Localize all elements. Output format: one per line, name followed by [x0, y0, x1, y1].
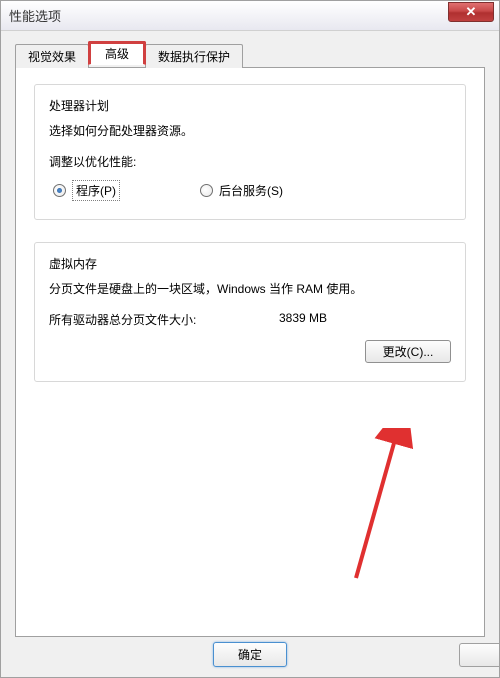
- tab-panel-advanced: 处理器计划 选择如何分配处理器资源。 调整以优化性能: 程序(P) 后台服务(S…: [15, 67, 485, 637]
- processor-desc: 选择如何分配处理器资源。: [49, 122, 451, 139]
- radio-icon: [53, 184, 66, 197]
- content-area: 视觉效果 高级 数据执行保护 处理器计划 选择如何分配处理器资源。 调整以优化性…: [1, 31, 499, 645]
- close-button[interactable]: ✕: [448, 2, 494, 22]
- vm-size-value: 3839 MB: [279, 311, 451, 328]
- virtual-memory-group: 虚拟内存 分页文件是硬盘上的一块区域，Windows 当作 RAM 使用。 所有…: [34, 242, 466, 382]
- radio-programs[interactable]: 程序(P): [53, 180, 120, 201]
- tab-strip: 视觉效果 高级 数据执行保护: [15, 43, 485, 67]
- vm-size-row: 所有驱动器总分页文件大小: 3839 MB: [49, 311, 451, 328]
- adjust-label: 调整以优化性能:: [49, 153, 451, 170]
- performance-options-window: 性能选项 ✕ 视觉效果 高级 数据执行保护 处理器计划 选择如何分配处理器资源。…: [0, 0, 500, 678]
- dialog-button-bar: 确定: [1, 642, 499, 667]
- change-button[interactable]: 更改(C)...: [365, 340, 451, 363]
- vm-desc: 分页文件是硬盘上的一块区域，Windows 当作 RAM 使用。: [49, 280, 451, 297]
- vm-legend: 虚拟内存: [49, 255, 451, 272]
- processor-scheduling-group: 处理器计划 选择如何分配处理器资源。 调整以优化性能: 程序(P) 后台服务(S…: [34, 84, 466, 220]
- change-button-wrap: 更改(C)...: [49, 340, 451, 363]
- close-icon: ✕: [466, 4, 477, 20]
- partial-button[interactable]: [459, 643, 499, 667]
- radio-programs-label: 程序(P): [72, 180, 120, 201]
- radio-icon: [200, 184, 213, 197]
- annotation-arrow-icon: [196, 428, 416, 608]
- tab-dep[interactable]: 数据执行保护: [145, 44, 243, 68]
- ok-button[interactable]: 确定: [213, 642, 287, 667]
- radio-row: 程序(P) 后台服务(S): [49, 180, 451, 201]
- titlebar: 性能选项 ✕: [1, 1, 499, 31]
- tab-visual-effects[interactable]: 视觉效果: [15, 44, 89, 68]
- radio-background-label: 后台服务(S): [219, 182, 283, 199]
- processor-legend: 处理器计划: [49, 97, 451, 114]
- vm-size-label: 所有驱动器总分页文件大小:: [49, 311, 279, 328]
- window-title: 性能选项: [9, 6, 61, 25]
- tab-advanced[interactable]: 高级: [88, 41, 146, 65]
- radio-background[interactable]: 后台服务(S): [200, 182, 283, 199]
